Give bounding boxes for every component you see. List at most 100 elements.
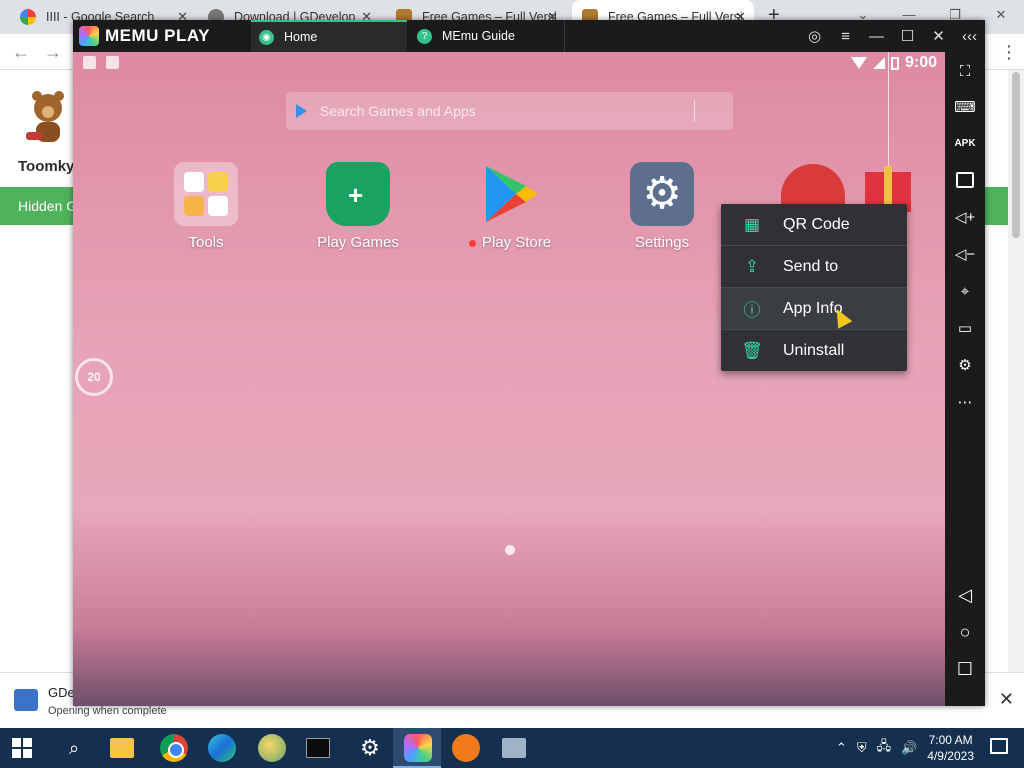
edge-icon[interactable]	[208, 734, 236, 762]
battery-icon	[890, 56, 899, 70]
android-icon: ◉	[259, 29, 274, 45]
location-icon[interactable]: ⌖	[945, 278, 985, 306]
taskbar-clock[interactable]: 7:00 AM 4/9/2023	[927, 732, 974, 764]
clock-date: 4/9/2023	[927, 749, 974, 763]
memu-title-bar: MEMU PLAY ◉ Home ? MEmu Guide ◎ ≡ — ☐ ✕ …	[73, 20, 985, 52]
memu-side-toolbar: ⛶ ⌨ APK ◁+ ◁− ⌖ ▭ ⚙ ⋯ ◁ ○ ☐	[945, 52, 985, 706]
android-home-screen: 9:00 Tools + Play Games	[73, 52, 945, 706]
memu-brand-text: MEMU PLAY	[105, 26, 210, 45]
app-label: Tools	[188, 234, 224, 251]
forward-icon[interactable]: →	[44, 42, 62, 63]
wifi-icon	[850, 57, 867, 69]
play-store-icon	[478, 162, 542, 226]
close-icon[interactable]: ✕	[923, 27, 954, 45]
help-icon: ?	[417, 28, 432, 44]
close-download-bar-button[interactable]: ✕	[999, 689, 1014, 710]
share-icon: ⇪	[744, 256, 760, 276]
network-icon[interactable]: 🖧	[877, 737, 892, 759]
new-app-dot	[468, 239, 476, 247]
page-scrollbar[interactable]	[1008, 70, 1024, 672]
network-app-icon[interactable]	[502, 738, 526, 758]
app-settings[interactable]: ⚙ Settings	[597, 162, 727, 251]
keyboard-mapping-icon[interactable]: ⌨	[945, 94, 985, 122]
status-bar-left	[83, 56, 119, 69]
more-options-icon[interactable]: ⋮	[1000, 42, 1018, 63]
clock-time: 7:00 AM	[928, 733, 973, 747]
notifications-icon[interactable]	[990, 738, 1008, 754]
folder-icon[interactable]: ▭	[945, 315, 985, 343]
volume-up-icon[interactable]: ◁+	[945, 204, 985, 232]
app-label: Play Games	[317, 234, 399, 251]
fullscreen-icon[interactable]: ⛶	[945, 58, 985, 86]
menu-item-label: QR Code	[783, 215, 850, 233]
info-icon: ⓘ	[743, 301, 761, 320]
app-play-games[interactable]: + Play Games	[293, 162, 423, 251]
notification-icon	[106, 56, 119, 69]
minimize-icon[interactable]: —	[861, 28, 892, 45]
terminal-icon[interactable]	[306, 738, 330, 758]
status-bar-right: 9:00	[850, 54, 937, 72]
memu-taskbar-icon[interactable]	[404, 734, 432, 762]
menu-item-uninstall[interactable]: 🗑 Uninstall	[721, 330, 907, 371]
search-input[interactable]	[320, 92, 680, 130]
system-tray: ⌃ ⛨ 🖧 🔊 7:00 AM 4/9/2023	[836, 728, 974, 768]
menu-item-app-info[interactable]: ⓘ App Info	[721, 288, 907, 329]
app-context-menu: ▦ QR Code ⇪ Send to ⓘ App Info 🗑 Uninsta…	[721, 204, 907, 371]
app-flame-icon[interactable]	[452, 734, 480, 762]
play-store-icon	[296, 104, 307, 118]
scrollbar-thumb[interactable]	[1012, 72, 1020, 238]
recents-nav-icon[interactable]: ☐	[945, 655, 985, 683]
site-logo-text[interactable]: Toomky	[18, 158, 74, 175]
bear-logo-icon	[26, 91, 64, 142]
trash-icon: 🗑	[741, 340, 763, 360]
app-search-bar[interactable]	[286, 92, 733, 130]
tab-memu-guide[interactable]: ? MEmu Guide	[409, 20, 565, 52]
download-status: Opening when complete	[48, 705, 167, 717]
menu-item-send-to[interactable]: ⇪ Send to	[721, 246, 907, 287]
windows-start-icon[interactable]	[12, 738, 32, 758]
home-nav-icon[interactable]: ○	[945, 618, 985, 646]
gift-string	[888, 52, 889, 172]
installer-file-icon	[14, 689, 38, 711]
app-tools[interactable]: Tools	[141, 162, 271, 251]
chevron-up-icon[interactable]: ⌃	[836, 740, 847, 756]
more-icon[interactable]: ⋯	[945, 389, 985, 417]
apk-install-icon[interactable]: APK	[945, 130, 985, 158]
account-icon[interactable]: ◎	[799, 27, 830, 45]
menu-item-label: Send to	[783, 257, 839, 275]
memu-logo-icon	[79, 26, 99, 46]
play-games-icon: +	[326, 162, 390, 226]
signal-icon	[872, 57, 885, 69]
download-filename[interactable]: GDe	[48, 685, 75, 700]
qr-code-icon: ▦	[743, 214, 761, 234]
gear-icon[interactable]: ⚙	[945, 352, 985, 380]
windows-taskbar: ⌕ ⚙ ⌃ ⛨ 🖧 🔊 7:00 AM 4/9/2023	[0, 728, 1024, 768]
search-divider	[694, 100, 695, 122]
file-explorer-icon[interactable]	[110, 738, 134, 758]
volume-icon[interactable]: 🔊	[901, 740, 917, 756]
search-icon[interactable]: ⌕	[60, 734, 88, 762]
multi-instance-icon[interactable]	[945, 166, 985, 194]
settings-icon: ⚙	[630, 162, 694, 226]
menu-item-qr-code[interactable]: ▦ QR Code	[721, 204, 907, 245]
memu-window-controls: ◎ ≡ — ☐ ✕ ‹‹‹	[799, 20, 985, 52]
back-nav-icon[interactable]: ◁	[945, 581, 985, 609]
site-nav-item[interactable]: Hidden G	[18, 198, 77, 214]
memu-window: MEMU PLAY ◉ Home ? MEmu Guide ◎ ≡ — ☐ ✕ …	[73, 20, 985, 706]
maximize-icon[interactable]: ☐	[892, 27, 923, 45]
back-icon[interactable]: ←	[12, 42, 30, 63]
security-icon[interactable]: ⛨	[857, 740, 867, 756]
notification-icon	[83, 56, 96, 69]
volume-down-icon[interactable]: ◁−	[945, 241, 985, 269]
chrome-icon[interactable]	[160, 734, 188, 762]
touch-indicator	[505, 545, 515, 555]
menu-icon[interactable]: ≡	[830, 28, 861, 45]
settings-gear-icon[interactable]: ⚙	[356, 734, 384, 762]
menu-item-label: Uninstall	[783, 341, 845, 359]
tab-home[interactable]: ◉ Home	[251, 20, 407, 52]
collapse-sidebar-icon[interactable]: ‹‹‹	[954, 28, 985, 45]
globe-app-icon[interactable]	[258, 734, 286, 762]
tools-folder-icon	[174, 162, 238, 226]
floating-badge[interactable]: 20	[75, 358, 113, 396]
app-play-store[interactable]: Play Store	[445, 162, 575, 251]
